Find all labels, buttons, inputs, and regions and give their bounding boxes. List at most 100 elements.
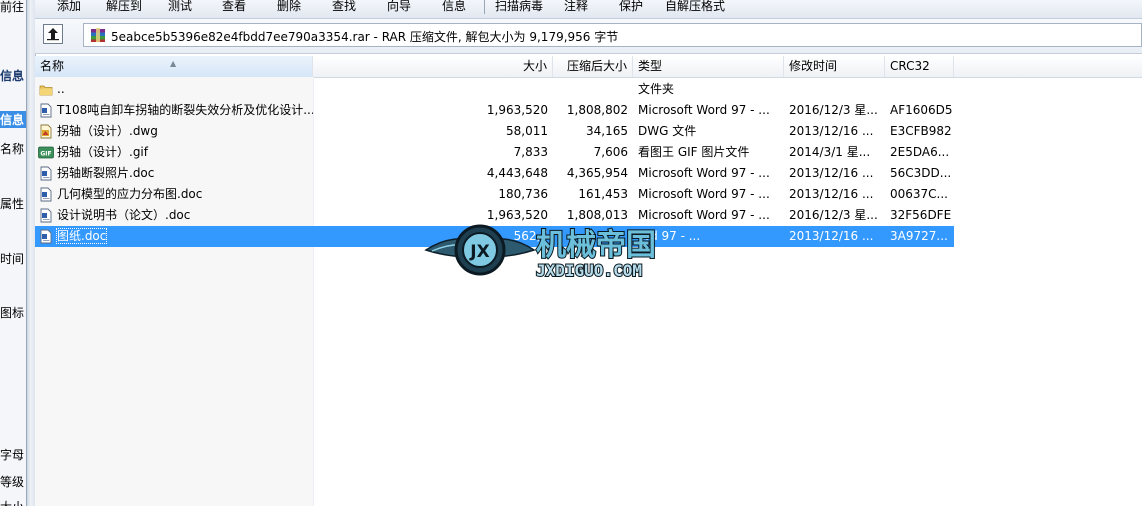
file-type: DWG 文件 bbox=[638, 124, 697, 138]
path-field[interactable]: 5eabce5b5396e82e4fbdd7ee790a3354.rar - R… bbox=[83, 23, 1142, 47]
svg-text:JXDIGUO.COM: JXDIGUO.COM bbox=[536, 261, 642, 280]
file-name: 设计说明书（论文）.doc bbox=[57, 208, 191, 222]
file-size: 4,443,648 bbox=[486, 166, 548, 180]
file-row[interactable]: T108吨自卸车拐轴的断裂失效分析及优化设计... 1,963,520 1,80… bbox=[35, 100, 954, 121]
left-panel-item[interactable]: 字母 bbox=[0, 446, 26, 463]
extract-to-button[interactable]: 解压到 bbox=[106, 0, 142, 14]
file-type: Microsoft Word 97 - ... bbox=[638, 187, 770, 201]
add-button[interactable]: 添加 bbox=[57, 0, 81, 14]
file-type: Microsoft Word 97 - ... bbox=[638, 166, 770, 180]
file-name: 几何模型的应力分布图.doc bbox=[57, 187, 203, 201]
file-modified: 2013/12/16 ... bbox=[789, 229, 874, 243]
toolbar: 添加 解压到 测试 查看 删除 查找 向导 信息 扫描病毒 注释 保护 自解压格… bbox=[35, 0, 1142, 19]
file-packed-size: 1,808,802 bbox=[566, 103, 628, 117]
column-header-modified-label: 修改时间 bbox=[789, 59, 838, 73]
archive-path-text: 5eabce5b5396e82e4fbdd7ee790a3354.rar - R… bbox=[111, 30, 619, 44]
column-header-type-label: 类型 bbox=[638, 59, 663, 73]
file-size: 7,833 bbox=[513, 145, 548, 159]
up-arrow-icon bbox=[47, 28, 59, 41]
protect-button[interactable]: 保护 bbox=[619, 0, 643, 14]
file-modified bbox=[784, 79, 885, 100]
file-list-header: 名称 ▲ 大小 压缩后大小 类型 修改时间 CRC32 bbox=[35, 56, 1142, 78]
address-bar: 5eabce5b5396e82e4fbdd7ee790a3354.rar - R… bbox=[35, 19, 1142, 54]
left-panel-item[interactable]: 信息 bbox=[0, 67, 26, 84]
doc-icon bbox=[40, 229, 52, 244]
file-name: 拐轴（设计）.gif bbox=[57, 145, 148, 159]
column-header-crc-label: CRC32 bbox=[890, 59, 930, 73]
file-crc: E3CFB982 bbox=[890, 124, 952, 138]
file-size: 1,963,520 bbox=[486, 103, 548, 117]
rar-archive-icon bbox=[91, 28, 105, 42]
virus-scan-button[interactable]: 扫描病毒 bbox=[495, 0, 543, 14]
left-panel-item[interactable]: 属性 bbox=[0, 195, 26, 212]
file-name: 拐轴断裂照片.doc bbox=[57, 166, 155, 180]
column-header-modified[interactable]: 修改时间 bbox=[784, 56, 885, 77]
folder-icon bbox=[39, 85, 53, 96]
view-button[interactable]: 查看 bbox=[222, 0, 246, 14]
file-name-cell: 拐轴断裂照片.doc bbox=[35, 163, 313, 184]
info-button[interactable]: 信息 bbox=[442, 0, 466, 14]
file-type: Microsoft Word 97 - ... bbox=[638, 103, 770, 117]
find-button[interactable]: 查找 bbox=[332, 0, 356, 14]
doc-icon bbox=[40, 103, 52, 118]
test-button[interactable]: 测试 bbox=[168, 0, 192, 14]
comment-button[interactable]: 注释 bbox=[564, 0, 588, 14]
file-row[interactable]: 设计说明书（论文）.doc 1,963,520 1,808,013 Micros… bbox=[35, 205, 954, 226]
file-crc: 2E5DA6... bbox=[890, 145, 950, 159]
column-header-size[interactable]: 大小 bbox=[313, 56, 553, 77]
doc-icon bbox=[40, 187, 52, 202]
wizard-button[interactable]: 向导 bbox=[387, 0, 411, 14]
left-panel-item[interactable]: 名称 bbox=[0, 140, 26, 157]
file-type: Microsoft Word 97 - ... bbox=[638, 208, 770, 222]
doc-icon bbox=[40, 166, 52, 181]
file-row[interactable]: 拐轴（设计）.dwg 58,011 34,165 DWG 文件 2013/12/… bbox=[35, 121, 954, 142]
file-name-cell: .. bbox=[35, 79, 313, 100]
file-name-cell: 几何模型的应力分布图.doc bbox=[35, 184, 313, 205]
left-panel-item[interactable]: 时间 bbox=[0, 250, 26, 267]
file-packed-size: 4,365,954 bbox=[566, 166, 628, 180]
left-panel-item[interactable]: 大小 bbox=[0, 498, 26, 506]
column-header-type[interactable]: 类型 bbox=[633, 56, 784, 77]
delete-button[interactable]: 删除 bbox=[277, 0, 301, 14]
file-crc: 00637C... bbox=[890, 187, 948, 201]
file-modified: 2016/12/3 星... bbox=[789, 103, 878, 117]
file-name-cell: 图纸.doc bbox=[35, 226, 313, 247]
sfx-button[interactable]: 自解压格式 bbox=[665, 0, 725, 14]
file-type: 文件夹 bbox=[638, 82, 675, 96]
file-packed-size: 1,808,013 bbox=[566, 208, 628, 222]
left-panel-item[interactable]: 信息 bbox=[0, 111, 26, 128]
file-packed-size: 7,606 bbox=[593, 145, 628, 159]
file-modified: 2014/3/1 星... bbox=[789, 145, 871, 159]
file-name-cell: 拐轴（设计）.dwg bbox=[35, 121, 313, 142]
doc-icon bbox=[40, 208, 52, 223]
file-size: 180,736 bbox=[498, 187, 548, 201]
file-row[interactable]: 拐轴断裂照片.doc 4,443,648 4,365,954 Microsoft… bbox=[35, 163, 954, 184]
file-crc: AF1606D5 bbox=[890, 103, 953, 117]
up-folder-button[interactable] bbox=[43, 24, 63, 44]
file-name: T108吨自卸车拐轴的断裂失效分析及优化设计... bbox=[57, 103, 313, 117]
column-header-packed-label: 压缩后大小 bbox=[566, 59, 627, 73]
file-modified: 2013/12/16 ... bbox=[789, 187, 874, 201]
column-header-crc[interactable]: CRC32 bbox=[885, 56, 954, 77]
file-row[interactable]: GIF 拐轴（设计）.gif 7,833 7,606 看图王 GIF 图片文件 … bbox=[35, 142, 954, 163]
file-name-cell: T108吨自卸车拐轴的断裂失效分析及优化设计... bbox=[35, 100, 313, 121]
column-header-name[interactable]: 名称 ▲ bbox=[35, 56, 313, 77]
file-crc: 32F56DFE bbox=[890, 208, 952, 222]
file-row-parent[interactable]: .. 文件夹 bbox=[35, 79, 954, 100]
file-row[interactable]: 几何模型的应力分布图.doc 180,736 161,453 Microsoft… bbox=[35, 184, 954, 205]
left-panel-item[interactable]: 前往 bbox=[0, 0, 26, 15]
left-panel-item[interactable]: 等级 bbox=[0, 473, 26, 490]
dwg-icon bbox=[40, 124, 52, 139]
file-row-selected[interactable]: 图纸.doc 562,6 ord 97 - ... 2013/12/16 ...… bbox=[35, 226, 954, 247]
file-list: .. 文件夹 T108吨自卸车拐轴的断裂失效分析及优化设计... 1,963,5… bbox=[35, 79, 954, 247]
gif-icon: GIF bbox=[38, 146, 54, 159]
file-crc: 3A9727... bbox=[890, 229, 948, 243]
file-name: .. bbox=[57, 82, 65, 96]
column-header-packed[interactable]: 压缩后大小 bbox=[553, 56, 633, 77]
file-packed-size: 34,165 bbox=[586, 124, 628, 138]
file-size: 562,6 bbox=[513, 229, 548, 243]
toolbar-separator bbox=[484, 0, 485, 14]
left-panel-item[interactable]: 图标 bbox=[0, 304, 26, 321]
file-modified: 2013/12/16 ... bbox=[789, 166, 874, 180]
file-name-cell: 设计说明书（论文）.doc bbox=[35, 205, 313, 226]
